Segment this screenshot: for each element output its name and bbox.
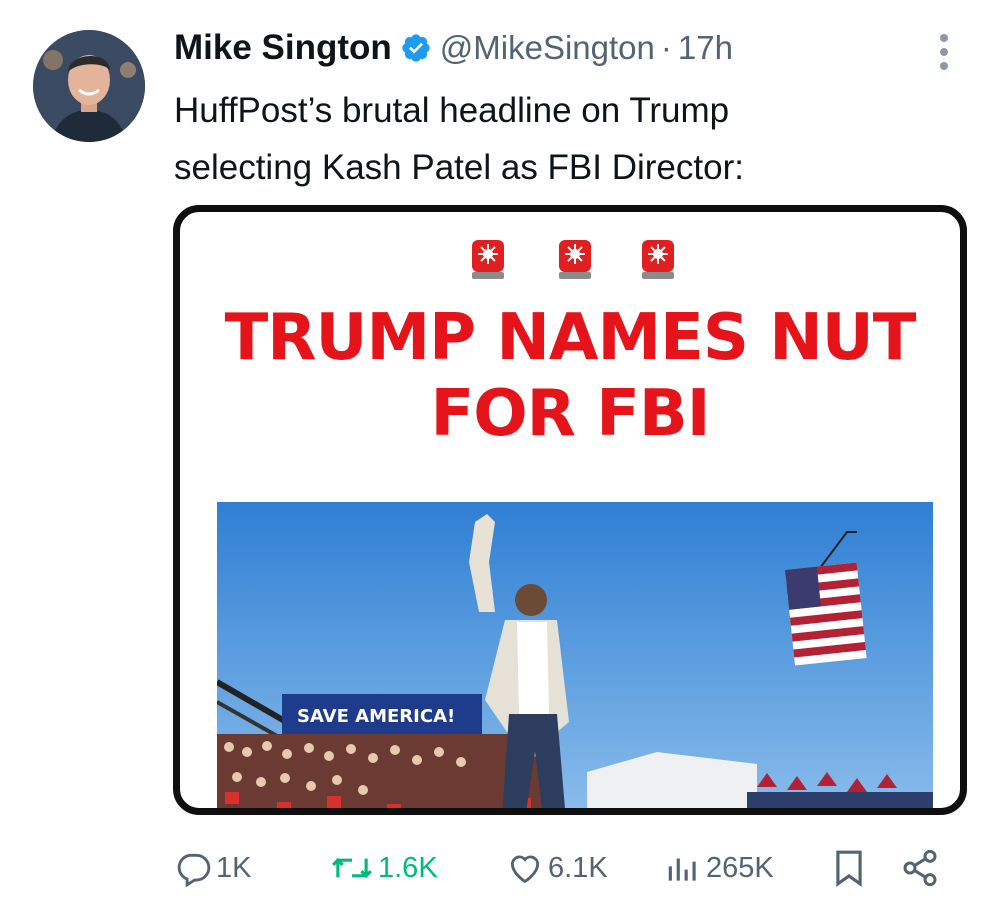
avatar[interactable] bbox=[33, 30, 145, 142]
avatar-image bbox=[33, 30, 145, 142]
siren-icon bbox=[559, 240, 591, 279]
bookmark-icon bbox=[836, 850, 862, 887]
siren-icon bbox=[472, 240, 504, 279]
tweet-text-line: HuffPost’s brutal headline on Trump bbox=[174, 91, 730, 130]
action-bar: 1K 1.6K 6.1K 265K bbox=[170, 840, 960, 896]
sirens bbox=[472, 240, 674, 279]
reply-count: 1K bbox=[216, 851, 252, 884]
reply-icon bbox=[177, 853, 211, 887]
like-count: 6.1K bbox=[548, 851, 608, 884]
tweet-text-line: selecting Kash Patel as FBI Director: bbox=[174, 148, 744, 187]
retweet-icon bbox=[332, 857, 372, 879]
retweet-button[interactable]: 1.6K bbox=[330, 840, 438, 896]
reply-button[interactable]: 1K bbox=[174, 840, 251, 896]
rally-photo: SAVE AMERICA! bbox=[217, 502, 933, 808]
headline-line: TRUMP NAMES NUT bbox=[224, 301, 917, 375]
bookmark-button[interactable] bbox=[830, 840, 872, 896]
like-button[interactable]: 6.1K bbox=[506, 840, 608, 896]
author-handle[interactable]: @MikeSington bbox=[440, 29, 655, 67]
views-count: 265K bbox=[706, 851, 774, 884]
more-dot bbox=[940, 34, 948, 42]
share-icon bbox=[903, 849, 937, 887]
media-headline: TRUMP NAMES NUT FOR FBI bbox=[180, 300, 960, 452]
views-chart-icon bbox=[668, 858, 696, 881]
retweet-count: 1.6K bbox=[378, 851, 438, 884]
author-name[interactable]: Mike Sington bbox=[174, 28, 392, 68]
media-photo: SAVE AMERICA! bbox=[217, 502, 933, 808]
heart-icon bbox=[510, 855, 540, 884]
timestamp[interactable]: 17h bbox=[678, 29, 733, 67]
more-dot bbox=[940, 62, 948, 70]
tweet-text: HuffPost’s brutal headline on Trump sele… bbox=[174, 82, 954, 196]
more-options-button[interactable] bbox=[932, 30, 956, 74]
tweet-media[interactable]: TRUMP NAMES NUT FOR FBI SAVE AMERICA! bbox=[173, 205, 967, 815]
views-button[interactable]: 265K bbox=[664, 840, 774, 896]
banner-text: SAVE AMERICA! bbox=[297, 706, 455, 727]
share-button[interactable] bbox=[900, 840, 944, 896]
headline-line: FOR FBI bbox=[430, 377, 711, 451]
more-dot bbox=[940, 48, 948, 56]
verified-badge-icon bbox=[402, 34, 430, 62]
separator-dot: · bbox=[660, 29, 672, 66]
siren-icon bbox=[642, 240, 674, 279]
tweet-header: Mike Sington @MikeSington · 17h bbox=[174, 26, 733, 70]
